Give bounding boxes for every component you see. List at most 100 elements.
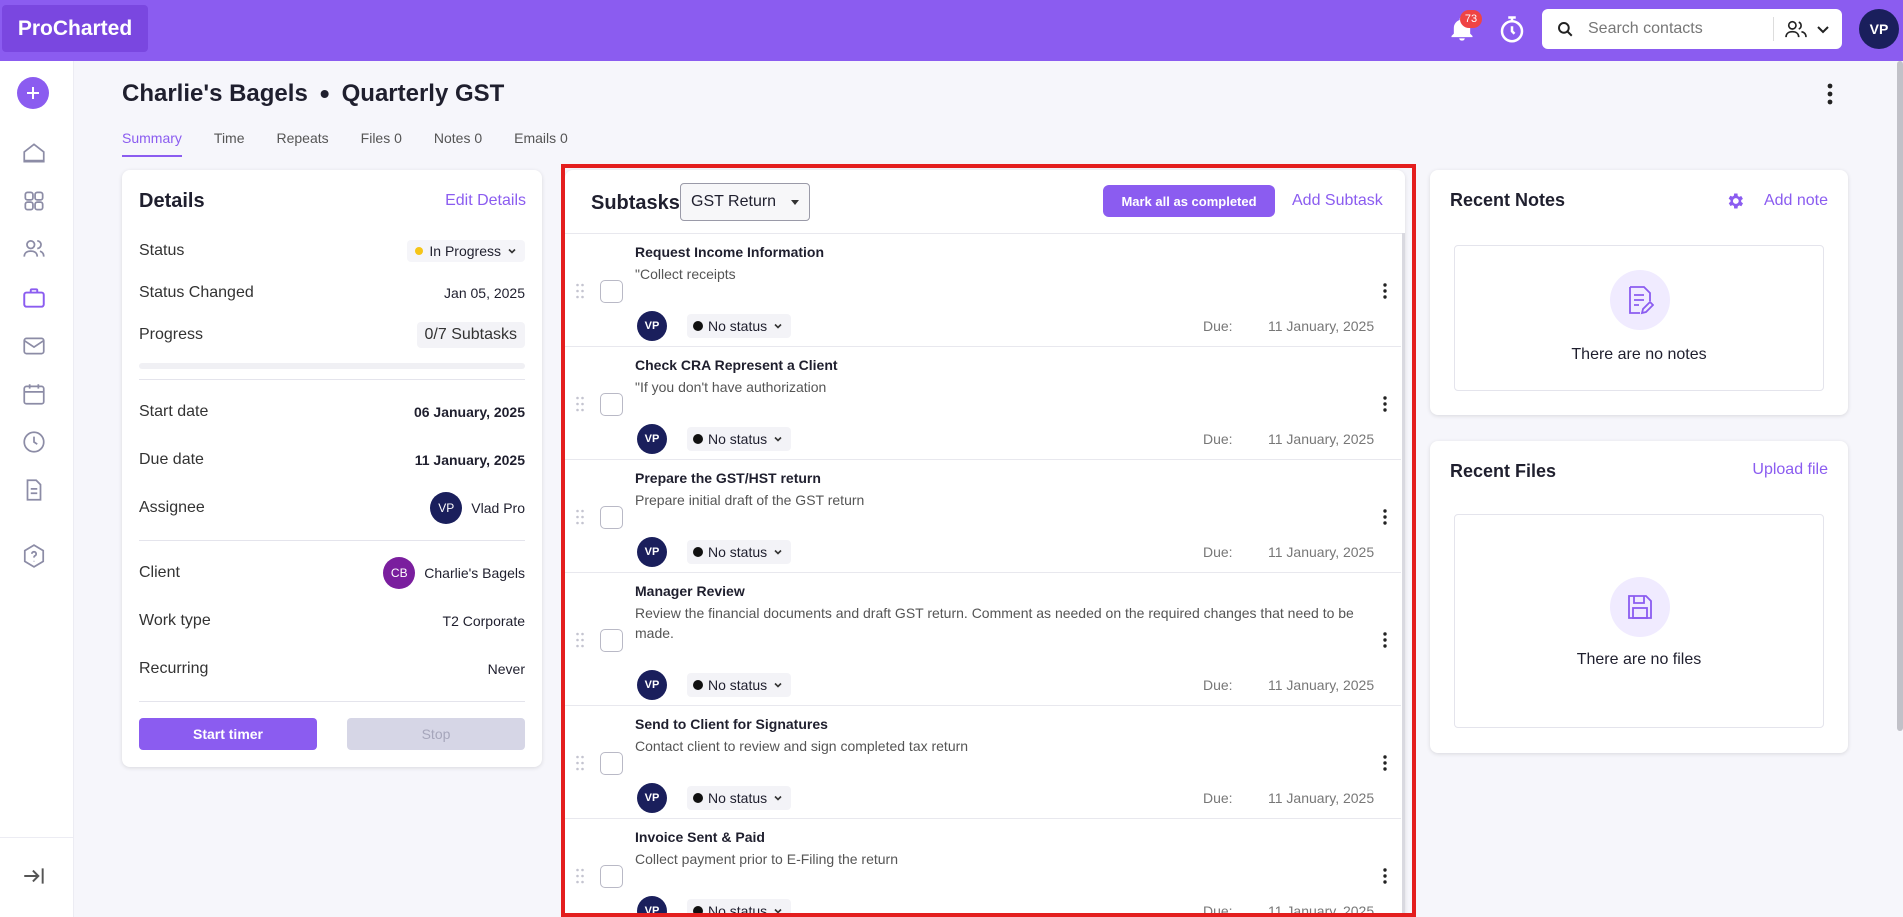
collapse-sidebar-icon[interactable] [21,863,47,889]
subtask-status-dropdown[interactable]: No status [687,314,792,338]
drag-handle-icon[interactable] [575,868,585,884]
due-label: Due: [1203,790,1233,806]
drag-handle-icon[interactable] [575,509,585,525]
tab-emails[interactable]: Emails 0 [514,130,568,157]
caret-down-icon [791,200,799,205]
subtask-row[interactable]: Prepare the GST/HST return Prepare initia… [565,460,1401,573]
help-hexagon-icon[interactable] [21,543,47,569]
user-avatar[interactable]: VP [1859,9,1899,49]
dashboard-grid-icon[interactable] [21,188,47,214]
tab-notes[interactable]: Notes 0 [434,130,482,157]
due-label: Due: [1203,677,1233,693]
start-timer-button[interactable]: Start timer [139,718,317,750]
subtask-row[interactable]: Check CRA Represent a Client "If you don'… [565,347,1401,460]
subtask-more-icon[interactable] [1380,395,1390,413]
drag-handle-icon[interactable] [575,632,585,648]
avatar[interactable]: VP [637,896,667,915]
subtask-status-value: No status [708,903,768,915]
briefcase-icon[interactable] [21,285,47,311]
subtask-more-icon[interactable] [1380,754,1390,772]
contacts-icon[interactable] [21,236,47,262]
subtask-checkbox[interactable] [600,506,623,529]
app-logo[interactable]: ProCharted [2,5,148,52]
more-options-icon[interactable] [1820,80,1840,108]
subtasks-scrollbar[interactable] [1402,233,1405,915]
mark-all-completed-button[interactable]: Mark all as completed [1103,185,1275,217]
subtask-status-dropdown[interactable]: No status [687,786,792,810]
document-icon[interactable] [21,477,47,503]
details-card: Details Edit Details Status In Progress … [122,170,542,767]
subtask-status-dropdown[interactable]: No status [687,899,792,915]
edit-details-link[interactable]: Edit Details [445,192,526,210]
subtask-template-select[interactable]: GST Return [680,183,810,221]
tab-files[interactable]: Files 0 [361,130,402,157]
subtask-checkbox[interactable] [600,393,623,416]
avatar: CB [383,557,416,589]
start-date-row: Start date 06 January, 2025 [139,397,525,427]
page-scrollbar[interactable] [1897,61,1903,731]
mail-icon[interactable] [21,333,47,359]
search-divider [1773,17,1774,41]
subtask-title: Check CRA Represent a Client [635,357,838,373]
tab-time[interactable]: Time [214,130,245,157]
subtask-status-dropdown[interactable]: No status [687,673,792,697]
subtask-description: Collect payment prior to E-Filing the re… [635,851,898,867]
avatar[interactable]: VP [637,424,667,454]
tab-summary[interactable]: Summary [122,130,182,157]
avatar[interactable]: VP [637,783,667,813]
client[interactable]: CB Charlie's Bagels [383,557,525,589]
subtask-status-value: No status [708,790,768,806]
avatar[interactable]: VP [637,311,667,341]
subtask-checkbox[interactable] [600,752,623,775]
calendar-icon[interactable] [21,381,47,407]
drag-handle-icon[interactable] [575,396,585,412]
subtask-checkbox[interactable] [600,280,623,303]
subtask-row[interactable]: Manager Review Review the financial docum… [565,573,1401,706]
search-input[interactable] [1588,20,1768,38]
subtask-due-date: 11 January, 2025 [1268,431,1375,447]
add-note-link[interactable]: Add note [1764,192,1828,210]
stopwatch-icon[interactable] [1497,15,1527,45]
chevron-down-icon [774,436,782,442]
search-icon [1558,22,1573,37]
assignee-row: Assignee VP Vlad Pro [139,492,525,524]
subtask-row[interactable]: Invoice Sent & Paid Collect payment prior… [565,819,1401,915]
upload-file-link[interactable]: Upload file [1752,461,1828,479]
gear-icon[interactable] [1725,191,1745,211]
status-dot [415,247,424,255]
subtask-status-dropdown[interactable]: No status [687,427,792,451]
avatar[interactable]: VP [637,537,667,567]
chevron-down-icon[interactable] [1816,22,1830,36]
add-subtask-link[interactable]: Add Subtask [1292,192,1383,210]
subtask-row[interactable]: Request Income Information "Collect recei… [565,234,1401,347]
subtask-more-icon[interactable] [1380,631,1390,649]
drag-handle-icon[interactable] [575,755,585,771]
subtask-more-icon[interactable] [1380,282,1390,300]
clock-icon[interactable] [21,429,47,455]
subtask-row[interactable]: Send to Client for Signatures Contact cli… [565,706,1401,819]
subtask-status-value: No status [708,544,768,560]
tab-repeats[interactable]: Repeats [277,130,329,157]
home-icon[interactable] [21,140,47,166]
client-name: Charlie's Bagels [424,565,525,581]
subtask-checkbox[interactable] [600,629,623,652]
subtask-status-dropdown[interactable]: No status [687,540,792,564]
contacts-filter-icon[interactable] [1784,19,1808,39]
subtask-template-value: GST Return [691,193,777,210]
subtask-description: "If you don't have authorization [635,379,827,395]
subtasks-title: Subtasks [591,192,680,214]
client-label: Client [139,564,180,581]
subtask-due-date: 11 January, 2025 [1268,677,1375,693]
avatar[interactable]: VP [637,670,667,700]
drag-handle-icon[interactable] [575,283,585,299]
stop-timer-button[interactable]: Stop [347,718,525,750]
details-divider [139,701,525,702]
subtask-more-icon[interactable] [1380,508,1390,526]
subtask-checkbox[interactable] [600,865,623,888]
assignee[interactable]: VP Vlad Pro [430,492,525,524]
create-new-button[interactable] [17,77,49,109]
sidebar-divider [0,837,74,838]
status-dropdown[interactable]: In Progress [407,240,525,262]
subtask-status-value: No status [708,431,768,447]
subtask-more-icon[interactable] [1380,867,1390,885]
